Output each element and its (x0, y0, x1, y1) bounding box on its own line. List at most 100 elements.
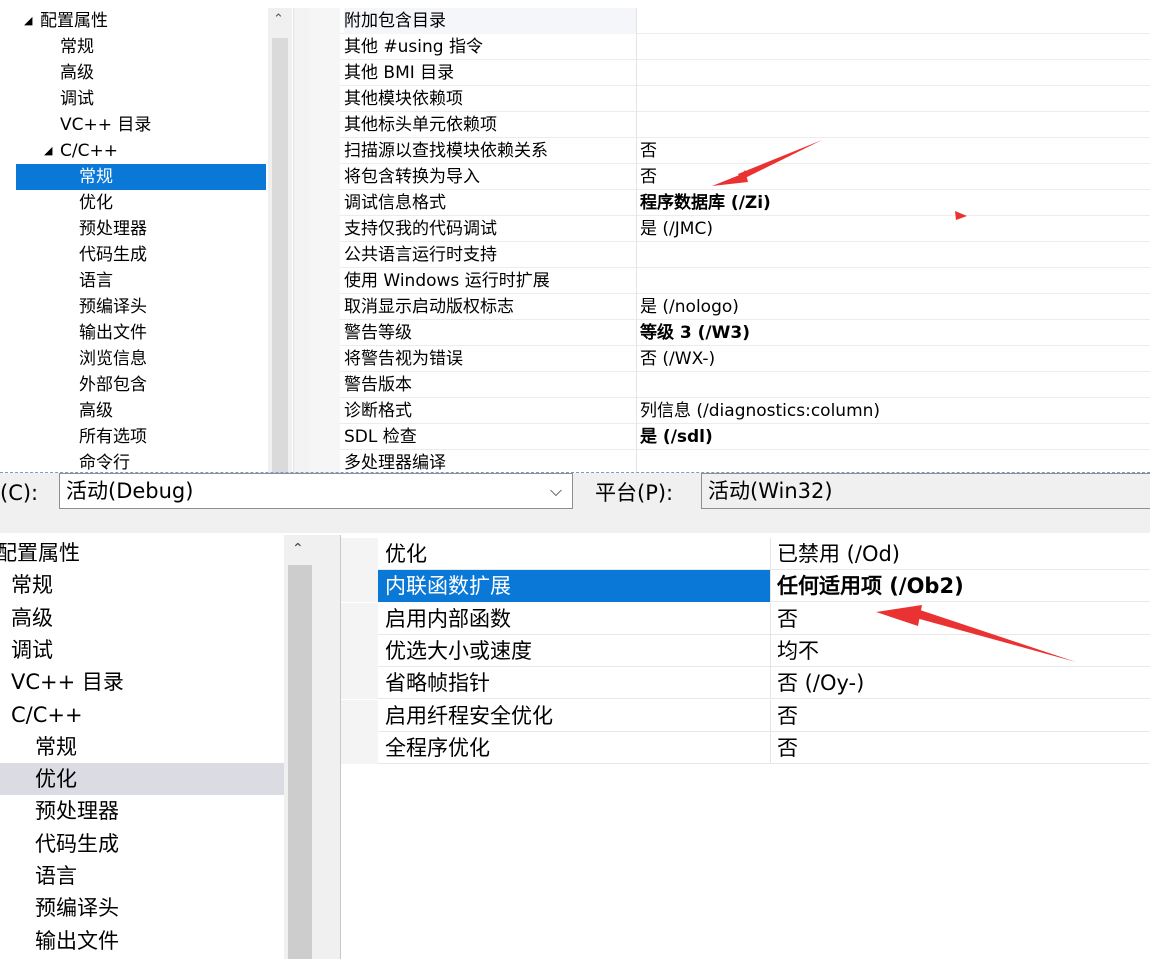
pane-splitter[interactable] (293, 8, 310, 473)
tree-item[interactable]: 配置属性 (0, 537, 284, 569)
property-value[interactable]: 是 (/sdl) (640, 424, 1150, 450)
property-row[interactable]: 优化 已禁用 (/Od) (341, 538, 1150, 570)
tree-item[interactable]: 调试 (16, 86, 266, 112)
top-property-grid[interactable]: 附加包含目录 其他 #using 指令 其他 BMI 目录 其他模块依赖项 其他标头单元… (310, 8, 1150, 473)
property-row[interactable]: SDL 检查是 (/sdl) (310, 424, 1150, 450)
property-value[interactable] (640, 242, 1150, 268)
property-row[interactable]: 将包含转换为导入否 (310, 164, 1150, 190)
property-value[interactable] (640, 34, 1150, 60)
tree-item[interactable]: 语言 (0, 860, 284, 892)
property-value[interactable] (640, 268, 1150, 294)
property-value[interactable]: 列信息 (/diagnostics:column) (640, 398, 1150, 424)
property-row[interactable]: 使用 Windows 运行时扩展 (310, 268, 1150, 294)
property-value[interactable]: 任何适用项 (/Ob2) (777, 570, 1150, 602)
tree-item[interactable]: 外部包含 (16, 372, 266, 398)
top-tree-scrollbar[interactable]: ⌃ (268, 8, 292, 473)
tree-item[interactable]: 预处理器 (16, 216, 266, 242)
bottom-property-grid[interactable]: 优化 已禁用 (/Od) 内联函数扩展 任何适用项 (/Ob2) 启用内部函数否优选大小… (341, 535, 1150, 959)
tree-item[interactable]: 常规 (0, 731, 284, 763)
property-row[interactable]: 将警告视为错误否 (/WX-) (310, 346, 1150, 372)
property-row[interactable]: 多处理器编译 (310, 450, 1150, 473)
property-value[interactable] (640, 8, 1150, 34)
property-row[interactable]: 其他 BMI 目录 (310, 60, 1150, 86)
property-value[interactable] (640, 112, 1150, 138)
tree-item[interactable]: C/C++ (0, 699, 284, 731)
property-value[interactable]: 否 (777, 700, 1150, 732)
row-gutter (310, 346, 340, 372)
property-row[interactable]: 诊断格式 列信息 (/diagnostics:column) (310, 398, 1150, 424)
tree-item[interactable]: 高级 (16, 398, 266, 424)
scroll-up-icon[interactable]: ⌃ (292, 541, 304, 557)
property-row[interactable]: 启用纤程安全优化否 (341, 699, 1150, 732)
tree-item[interactable]: ◢ C/C++ (16, 138, 266, 164)
tree-item[interactable]: 常规 (16, 34, 266, 60)
configuration-dropdown[interactable]: 活动(Debug) ⌵ (59, 473, 573, 509)
expand-triangle-icon[interactable]: ◢ (44, 138, 52, 164)
platform-dropdown[interactable]: 活动(Win32) (701, 473, 1150, 509)
property-row[interactable]: 警告等级 等级 3 (/W3) (310, 320, 1150, 346)
tree-item[interactable]: 调试 (0, 634, 284, 666)
property-value[interactable] (640, 86, 1150, 112)
tree-item[interactable]: 代码生成 (16, 242, 266, 268)
property-row[interactable]: 附加包含目录 (310, 8, 1150, 34)
scrollbar-thumb[interactable] (288, 565, 312, 959)
property-row[interactable]: 启用内部函数否 (341, 602, 1150, 635)
property-value[interactable]: 已禁用 (/Od) (777, 538, 1150, 570)
property-row[interactable]: 省略帧指针否 (/Oy-) (341, 667, 1150, 700)
chevron-down-icon[interactable]: ⌵ (550, 476, 562, 506)
tree-item[interactable]: VC++ 目录 (0, 666, 284, 698)
bottom-category-tree[interactable]: 配置属性 常规 高级 调试 VC++ 目录 C/C++ 常规 优化 预处理器 代码生成 语言 预编译头… (0, 535, 284, 959)
tree-item[interactable]: 预处理器 (0, 795, 284, 827)
property-value[interactable] (640, 372, 1150, 398)
expand-triangle-icon[interactable]: ◢ (24, 8, 32, 34)
tree-item[interactable]: 语言 (16, 268, 266, 294)
property-value[interactable]: 否 (/WX-) (640, 346, 1150, 372)
tree-item[interactable]: 所有选项 (16, 424, 266, 450)
tree-item[interactable]: ◢ 配置属性 (16, 8, 266, 34)
property-row[interactable]: 扫描源以查找模块依赖关系否 (310, 138, 1150, 164)
property-row[interactable]: 公共语言运行时支持 (310, 242, 1150, 268)
tree-item[interactable]: VC++ 目录 (16, 112, 266, 138)
tree-item[interactable]: 预编译头 (16, 294, 266, 320)
tree-item[interactable]: 输出文件 (0, 925, 284, 957)
property-row[interactable]: 内联函数扩展 任何适用项 (/Ob2) (341, 570, 1150, 603)
property-row[interactable]: 全程序优化否 (341, 731, 1150, 764)
property-value[interactable]: 否 (/Oy-) (777, 667, 1150, 699)
property-value[interactable]: 否 (777, 732, 1150, 764)
tree-item[interactable]: 优化 (0, 763, 284, 796)
tree-item[interactable]: 浏览信息 (16, 346, 266, 372)
tree-item-label: 配置属性 (0, 541, 80, 565)
property-value[interactable]: 是 (/nologo) (640, 294, 1150, 320)
property-value[interactable]: 否 (640, 138, 1150, 164)
property-row[interactable]: 其他模块依赖项 (310, 86, 1150, 112)
property-row[interactable]: 其他标头单元依赖项 (310, 112, 1150, 138)
property-value[interactable]: 否 (777, 603, 1150, 635)
property-row[interactable]: 取消显示启动版权标志是 (/nologo) (310, 294, 1150, 320)
property-value[interactable] (640, 60, 1150, 86)
property-row[interactable]: 支持仅我的代码调试是 (/JMC) (310, 216, 1150, 242)
tree-item[interactable]: 命令行 (16, 450, 266, 473)
tree-item[interactable]: 高级 (0, 602, 284, 634)
property-row[interactable]: 优选大小或速度 均不 (341, 634, 1150, 667)
property-value[interactable]: 程序数据库 (/Zi) (640, 190, 1150, 216)
property-value[interactable]: 均不 (777, 635, 1150, 667)
property-row[interactable]: 警告版本 (310, 372, 1150, 398)
property-value[interactable]: 是 (/JMC) (640, 216, 1150, 242)
pane-splitter[interactable] (316, 535, 341, 959)
scroll-up-icon[interactable]: ⌃ (273, 12, 284, 27)
tree-item[interactable]: 预编译头 (0, 892, 284, 924)
tree-item[interactable]: 常规 (0, 569, 284, 601)
tree-item[interactable]: 优化 (16, 190, 266, 216)
tree-item[interactable]: 代码生成 (0, 828, 284, 860)
tree-item[interactable]: 输出文件 (16, 320, 266, 346)
property-value[interactable] (640, 450, 1150, 473)
scrollbar-thumb[interactable] (272, 38, 288, 473)
property-row[interactable]: 调试信息格式 程序数据库 (/Zi) (310, 190, 1150, 216)
bottom-tree-scrollbar[interactable]: ⌃ (284, 535, 316, 959)
property-row[interactable]: 其他 #using 指令 (310, 34, 1150, 60)
property-value[interactable]: 等级 3 (/W3) (640, 320, 1150, 346)
property-value[interactable]: 否 (640, 164, 1150, 190)
tree-item[interactable]: 高级 (16, 60, 266, 86)
tree-item[interactable]: 常规 (16, 164, 266, 190)
top-category-tree[interactable]: ◢ 配置属性 常规 高级 调试 VC++ 目录 ◢ C/C++ 常规 优化 预处理器 代码生成 语言 预编… (16, 8, 266, 473)
